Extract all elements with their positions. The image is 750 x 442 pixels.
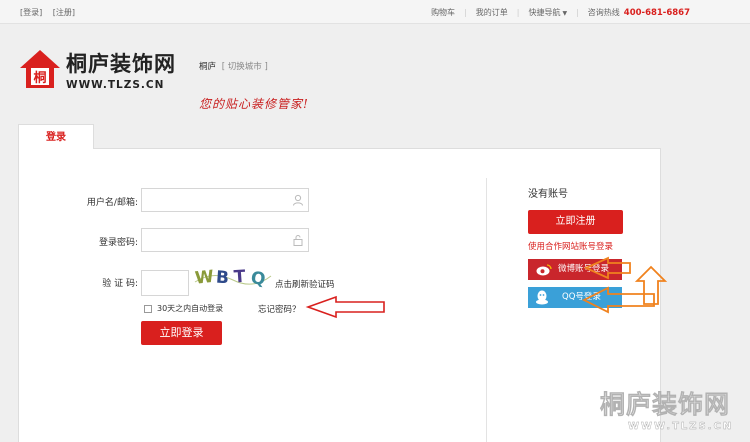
site-watermark: 桐庐装饰网 WWW.TLZS.CN bbox=[600, 385, 750, 433]
username-label: 用户名/邮箱: bbox=[86, 198, 138, 208]
hotline-number: 400-681-6867 bbox=[623, 7, 690, 18]
captcha-image[interactable]: W B T Q bbox=[193, 262, 273, 290]
top-bar-account-links: [登录] [注册] bbox=[20, 7, 83, 18]
no-account-heading: 没有账号 bbox=[528, 189, 568, 200]
forgot-password-link[interactable]: 忘记密码？ bbox=[258, 303, 301, 315]
separator: | bbox=[576, 8, 579, 17]
refresh-captcha-link[interactable]: 点击刷新验证码 bbox=[275, 278, 335, 290]
quick-nav-menu[interactable]: 快捷导航 ▼ bbox=[528, 7, 567, 18]
caret-down-icon: ▼ bbox=[562, 10, 568, 17]
captcha-char-3: T bbox=[233, 267, 246, 288]
orders-link[interactable]: 我的订单 bbox=[476, 7, 508, 18]
captcha-char-4: Q bbox=[250, 268, 267, 290]
logo-url: WWW.TLZS.CN bbox=[66, 79, 165, 91]
captcha-input[interactable] bbox=[141, 270, 189, 296]
top-register-link[interactable]: [注册] bbox=[53, 8, 75, 17]
switch-city-link[interactable]: [ 切换城市 ] bbox=[222, 62, 268, 72]
qq-penguin-icon bbox=[536, 290, 548, 305]
top-bar: [登录] [注册] 购物车 | 我的订单 | 快捷导航 ▼ | 咨询热线 400-… bbox=[0, 0, 750, 24]
current-city: 桐庐 [ 切换城市 ] bbox=[199, 60, 268, 72]
captcha-char-1: W bbox=[194, 267, 215, 289]
remember-me[interactable]: 30天之内自动登录 bbox=[144, 303, 223, 314]
qq-login-button[interactable]: QQ号登录 bbox=[528, 287, 622, 308]
remember-label: 30天之内自动登录 bbox=[157, 304, 224, 313]
cart-link[interactable]: 购物车 bbox=[431, 7, 455, 18]
watermark-name: 桐庐装饰网 bbox=[600, 390, 731, 420]
partner-login-title: 使用合作网站账号登录 bbox=[528, 242, 614, 252]
qq-login-label: QQ号登录 bbox=[562, 292, 601, 302]
weibo-login-label: 微博账号登录 bbox=[558, 264, 610, 274]
site-logo[interactable]: 桐 桐庐装饰网 WWW.TLZS.CN bbox=[18, 48, 188, 98]
quick-nav-label: 快捷导航 bbox=[528, 8, 561, 17]
top-login-link[interactable]: [登录] bbox=[20, 8, 42, 17]
separator: | bbox=[464, 8, 467, 17]
house-logo-icon: 桐 bbox=[20, 50, 60, 88]
svg-text:桐: 桐 bbox=[33, 70, 46, 86]
separator: | bbox=[516, 8, 520, 17]
tab-login[interactable]: 登录 bbox=[18, 124, 94, 149]
register-button[interactable]: 立即注册 bbox=[528, 210, 623, 234]
hotline-label: 咨询热线 bbox=[587, 8, 620, 17]
logo-name: 桐庐装饰网 bbox=[66, 51, 176, 76]
top-bar-nav: 购物车 | 我的订单 | 快捷导航 ▼ | 咨询热线 400-681-6867 bbox=[431, 7, 690, 18]
column-divider bbox=[486, 178, 487, 442]
city-name: 桐庐 bbox=[199, 62, 217, 72]
user-icon bbox=[293, 194, 303, 206]
captcha-char-2: B bbox=[215, 268, 229, 289]
password-label: 登录密码: bbox=[98, 238, 138, 248]
remember-checkbox[interactable] bbox=[144, 304, 152, 313]
password-input[interactable] bbox=[141, 228, 309, 252]
captcha-label: 验 证 码: bbox=[102, 279, 138, 289]
weibo-login-button[interactable]: 微博账号登录 bbox=[528, 259, 622, 280]
login-button[interactable]: 立即登录 bbox=[141, 321, 222, 345]
lock-icon bbox=[293, 235, 303, 246]
username-input[interactable] bbox=[141, 188, 309, 212]
slogan: 您的贴心装修管家! bbox=[199, 97, 309, 111]
weibo-icon bbox=[536, 264, 552, 276]
watermark-url: WWW.TLZS.CN bbox=[628, 421, 734, 432]
